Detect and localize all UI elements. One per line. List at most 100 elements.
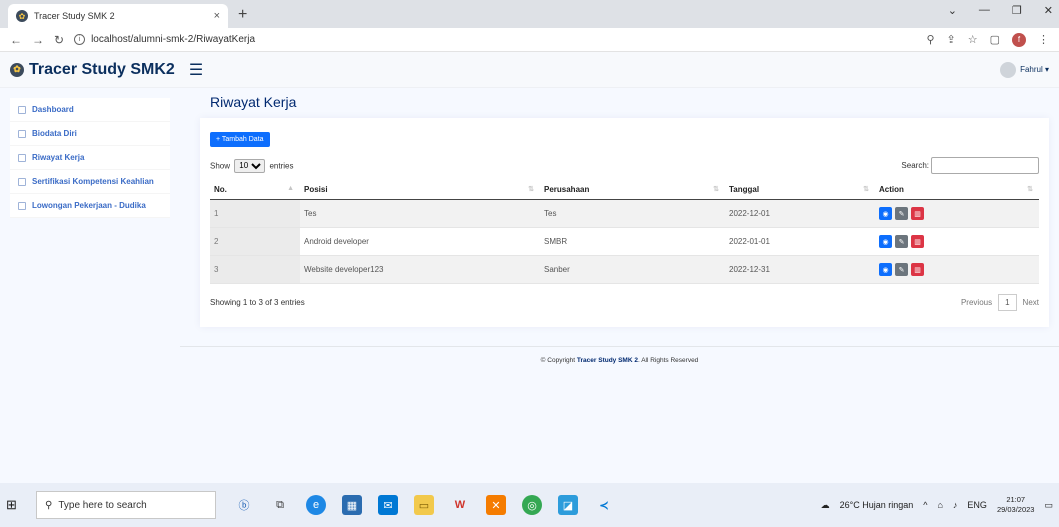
brand-logo[interactable]: ✿ Tracer Study SMK2 <box>10 61 175 79</box>
volume-icon[interactable]: ♪ <box>953 500 958 510</box>
sidebar-item-riwayat-kerja[interactable]: Riwayat Kerja <box>10 146 170 170</box>
page-1-button[interactable]: 1 <box>998 294 1017 311</box>
view-button[interactable]: ◉ <box>879 235 892 248</box>
search-input[interactable] <box>931 157 1039 174</box>
close-window-icon[interactable]: ✕ <box>1044 4 1053 17</box>
tab-search-icon[interactable]: ⌄ <box>948 4 957 17</box>
task-view-icon[interactable]: ⧉ <box>270 495 290 515</box>
view-button[interactable]: ◉ <box>879 207 892 220</box>
chrome-icon[interactable]: ◎ <box>522 495 542 515</box>
reload-icon[interactable]: ↻ <box>54 33 64 47</box>
sidebar-item-label: Riwayat Kerja <box>32 153 85 162</box>
view-button[interactable]: ◉ <box>879 263 892 276</box>
notification-icon[interactable]: ▭ <box>1044 500 1053 511</box>
edge-icon[interactable]: e <box>306 495 326 515</box>
show-label: Show <box>210 161 231 170</box>
eye-icon: ◉ <box>882 210 889 218</box>
windows-start-icon[interactable]: ⊞ <box>6 497 36 513</box>
network-icon[interactable]: ⌂ <box>937 500 942 510</box>
clock-time: 21:07 <box>1006 495 1026 504</box>
cell-action: ◉ ✎ ▥ <box>875 227 1039 256</box>
edit-button[interactable]: ✎ <box>895 207 908 220</box>
cell-tanggal: 2022-12-31 <box>725 255 875 284</box>
sidebar-item-dashboard[interactable]: Dashboard <box>10 98 170 122</box>
zoom-icon[interactable]: ⚲ <box>926 33 934 46</box>
clock[interactable]: 21:07 29/03/2023 <box>997 495 1035 515</box>
cell-posisi: Tes <box>300 199 540 228</box>
tab-close-icon[interactable]: × <box>214 10 220 22</box>
column-header-tanggal[interactable]: Tanggal ⇅ <box>725 180 875 200</box>
grid-icon <box>18 129 26 138</box>
sidebar-item-lowongan[interactable]: Lowongan Pekerjaan - Dudika <box>10 194 170 218</box>
delete-button[interactable]: ▥ <box>911 207 924 220</box>
url-text: localhost/alumni-smk-2/RiwayatKerja <box>91 34 256 45</box>
add-data-button[interactable]: + Tambah Data <box>210 132 270 147</box>
new-tab-button[interactable]: + <box>238 6 247 24</box>
page-length-select[interactable]: 10 <box>234 158 266 173</box>
menu-dots-icon[interactable]: ⋮ <box>1038 33 1049 46</box>
cell-action: ◉ ✎ ▥ <box>875 199 1039 228</box>
grid-icon <box>18 177 26 186</box>
tray-overflow-icon[interactable]: ^ <box>923 500 927 510</box>
school-logo-icon: ✿ <box>10 62 24 77</box>
browser-tab[interactable]: ✿ Tracer Study SMK 2 × <box>8 4 228 28</box>
forward-icon[interactable]: → <box>32 33 44 47</box>
browser-tab-title: Tracer Study SMK 2 <box>34 11 115 21</box>
eye-icon: ◉ <box>882 266 889 274</box>
store-icon[interactable]: ▦ <box>342 495 362 515</box>
sidebar-item-label: Sertifikasi Kompetensi Keahlian <box>32 177 154 186</box>
sort-asc-icon: ▲ <box>287 185 294 192</box>
sidebar-item-sertifikasi[interactable]: Sertifikasi Kompetensi Keahlian <box>10 170 170 194</box>
trash-icon: ▥ <box>914 266 921 274</box>
previous-button[interactable]: Previous <box>961 298 992 307</box>
sidebar-item-label: Dashboard <box>32 105 74 114</box>
edit-button[interactable]: ✎ <box>895 235 908 248</box>
delete-button[interactable]: ▥ <box>911 263 924 276</box>
xampp-icon[interactable]: ✕ <box>486 495 506 515</box>
next-button[interactable]: Next <box>1023 298 1039 307</box>
sidebar-item-biodata[interactable]: Biodata Diri <box>10 122 170 146</box>
wps-icon[interactable]: W <box>450 495 470 515</box>
weather-text[interactable]: 26°C Hujan ringan <box>840 500 914 510</box>
weather-icon: ☁ <box>820 499 830 510</box>
cell-no: 2 <box>210 227 300 256</box>
url-field[interactable]: i localhost/alumni-smk-2/RiwayatKerja <box>74 34 916 45</box>
hamburger-menu-icon[interactable]: ☰ <box>189 60 203 80</box>
pencil-icon: ✎ <box>898 238 905 246</box>
data-card: + Tambah Data Show 10 entries Search: No… <box>200 118 1049 327</box>
share-icon[interactable]: ⇪ <box>947 33 956 46</box>
bing-icon[interactable]: ⓑ <box>234 495 254 515</box>
site-info-icon[interactable]: i <box>74 34 86 45</box>
sidepanel-icon[interactable]: ▢ <box>990 33 1000 46</box>
cell-action: ◉ ✎ ▥ <box>875 255 1039 284</box>
column-header-posisi[interactable]: Posisi ⇅ <box>300 180 540 200</box>
column-header-perusahaan[interactable]: Perusahaan ⇅ <box>540 180 725 200</box>
mail-icon[interactable]: ✉ <box>378 495 398 515</box>
profile-avatar[interactable]: f <box>1012 32 1026 47</box>
header-label: No. <box>214 185 227 194</box>
file-explorer-icon[interactable]: ▭ <box>414 495 434 515</box>
edit-button[interactable]: ✎ <box>895 263 908 276</box>
bookmark-star-icon[interactable]: ☆ <box>968 33 978 46</box>
photos-icon[interactable]: ◪ <box>558 495 578 515</box>
column-header-action[interactable]: Action ⇅ <box>875 180 1039 200</box>
site-favicon-icon: ✿ <box>16 10 28 22</box>
minimize-icon[interactable]: — <box>979 4 990 17</box>
language-indicator[interactable]: ENG <box>967 500 987 510</box>
copyright-suffix: . All Rights Reserved <box>637 357 699 364</box>
cell-no: 3 <box>210 255 300 284</box>
user-name: Fahrul ▾ <box>1020 65 1049 74</box>
maximize-icon[interactable]: ❐ <box>1012 4 1022 17</box>
taskbar-search[interactable]: ⚲ Type here to search <box>36 491 216 519</box>
vscode-icon[interactable]: ≺ <box>594 495 614 515</box>
table-row: 1 Tes Tes 2022-12-01 ◉ ✎ ▥ <box>210 199 1039 228</box>
delete-button[interactable]: ▥ <box>911 235 924 248</box>
cell-posisi: Android developer <box>300 227 540 256</box>
copyright-prefix: © Copyright <box>540 357 577 364</box>
header-label: Posisi <box>304 185 328 194</box>
back-icon[interactable]: ← <box>10 33 22 47</box>
column-header-no[interactable]: No. ▲ <box>210 180 300 200</box>
grid-icon <box>18 153 26 162</box>
user-menu[interactable]: Fahrul ▾ <box>1000 61 1049 78</box>
cell-tanggal: 2022-12-01 <box>725 199 875 228</box>
